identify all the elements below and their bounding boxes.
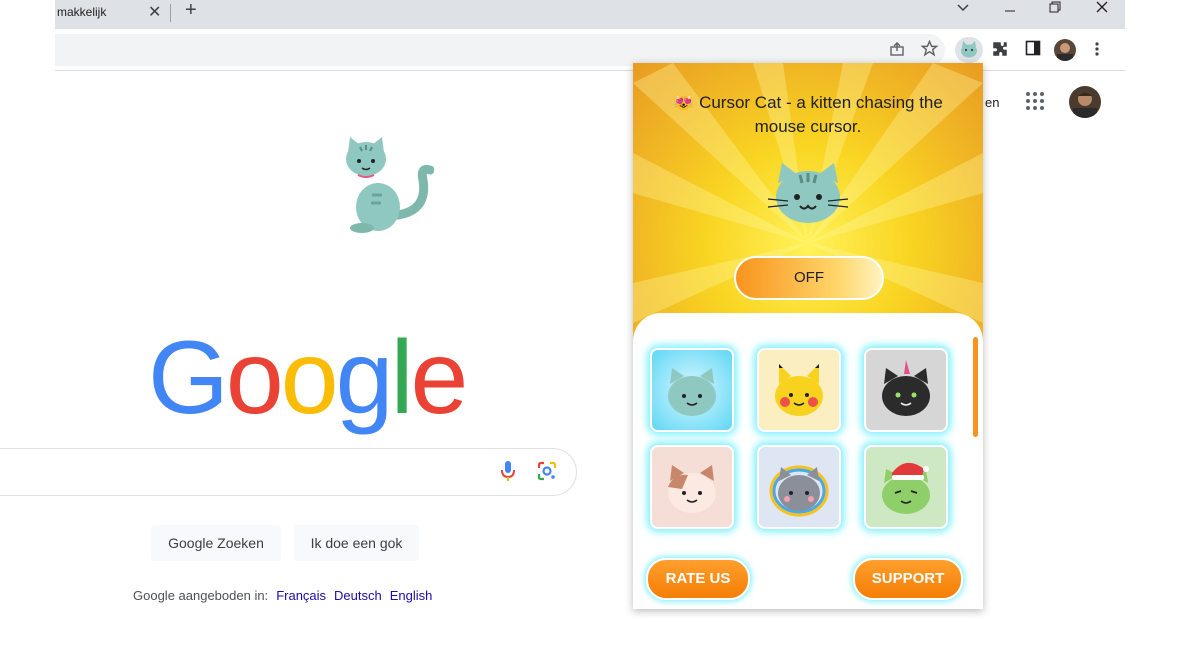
cat-option-calico[interactable] xyxy=(650,445,734,529)
minimize-button[interactable] xyxy=(987,0,1033,20)
new-tab-button[interactable]: + xyxy=(185,0,197,22)
logo-letter: G xyxy=(148,320,229,436)
cat-option-pikachu[interactable] xyxy=(757,348,841,432)
google-apps-icon[interactable] xyxy=(1026,92,1046,112)
popup-title-text: Cursor Cat - a kitten chasing the mouse … xyxy=(699,93,943,136)
popup-title: 😻 Cursor Cat - a kitten chasing the mous… xyxy=(653,91,963,139)
logo-letter: e xyxy=(410,320,469,436)
lens-search-icon[interactable] xyxy=(537,461,557,486)
tab-title[interactable]: makkelijk xyxy=(57,5,106,19)
support-button[interactable]: SUPPORT xyxy=(853,558,963,600)
feeling-lucky-button[interactable]: Ik doe een gok xyxy=(294,525,419,561)
bookmark-star-icon[interactable] xyxy=(918,39,940,61)
cursor-cat-popup: 😻 Cursor Cat - a kitten chasing the mous… xyxy=(633,63,983,609)
popup-scrollbar[interactable] xyxy=(973,337,978,437)
extensions-puzzle-icon[interactable] xyxy=(989,40,1011,62)
account-avatar[interactable] xyxy=(1069,86,1101,118)
offered-in-label: Google aangeboden in: xyxy=(133,588,269,603)
voice-search-icon[interactable] xyxy=(500,460,516,487)
cat-option-rainbow[interactable] xyxy=(757,445,841,529)
header-link-partial[interactable]: en xyxy=(985,95,999,110)
tab-separator xyxy=(170,4,171,22)
tab-close-icon[interactable]: ✕ xyxy=(148,2,161,22)
cat-option-tabby[interactable] xyxy=(650,348,734,432)
tab-search-icon[interactable] xyxy=(956,1,970,16)
address-bar[interactable] xyxy=(55,34,945,66)
share-icon[interactable] xyxy=(886,41,908,61)
restore-button[interactable] xyxy=(1032,0,1078,20)
language-link-french[interactable]: Français xyxy=(276,588,326,603)
search-input[interactable] xyxy=(0,448,577,496)
cat-option-christmas[interactable] xyxy=(864,445,948,529)
cat-option-punk-black[interactable] xyxy=(864,348,948,432)
menu-dots-icon[interactable] xyxy=(1086,40,1108,62)
side-panel-icon[interactable] xyxy=(1022,40,1044,60)
logo-letter: o xyxy=(225,320,284,436)
language-link-english[interactable]: English xyxy=(390,588,433,603)
logo-letter: g xyxy=(335,320,394,436)
google-logo: Google xyxy=(148,326,468,430)
cursor-cat-sprite xyxy=(338,135,435,240)
close-window-button[interactable] xyxy=(1079,0,1125,20)
main-cat-face xyxy=(766,161,850,230)
cursor-cat-toggle[interactable]: OFF xyxy=(734,256,884,300)
logo-letter: o xyxy=(280,320,339,436)
heart-eyes-cat-icon: 😻 xyxy=(673,93,695,112)
rate-us-button[interactable]: RATE US xyxy=(646,558,750,600)
language-link-german[interactable]: Deutsch xyxy=(334,588,382,603)
profile-avatar[interactable] xyxy=(1054,39,1076,61)
cursor-cat-extension-icon[interactable] xyxy=(955,37,983,63)
popup-header: 😻 Cursor Cat - a kitten chasing the mous… xyxy=(633,63,983,343)
offered-in-line: Google aangeboden in: Français Deutsch Engl… xyxy=(133,588,432,603)
logo-letter: l xyxy=(390,320,413,436)
google-search-button[interactable]: Google Zoeken xyxy=(151,525,281,561)
